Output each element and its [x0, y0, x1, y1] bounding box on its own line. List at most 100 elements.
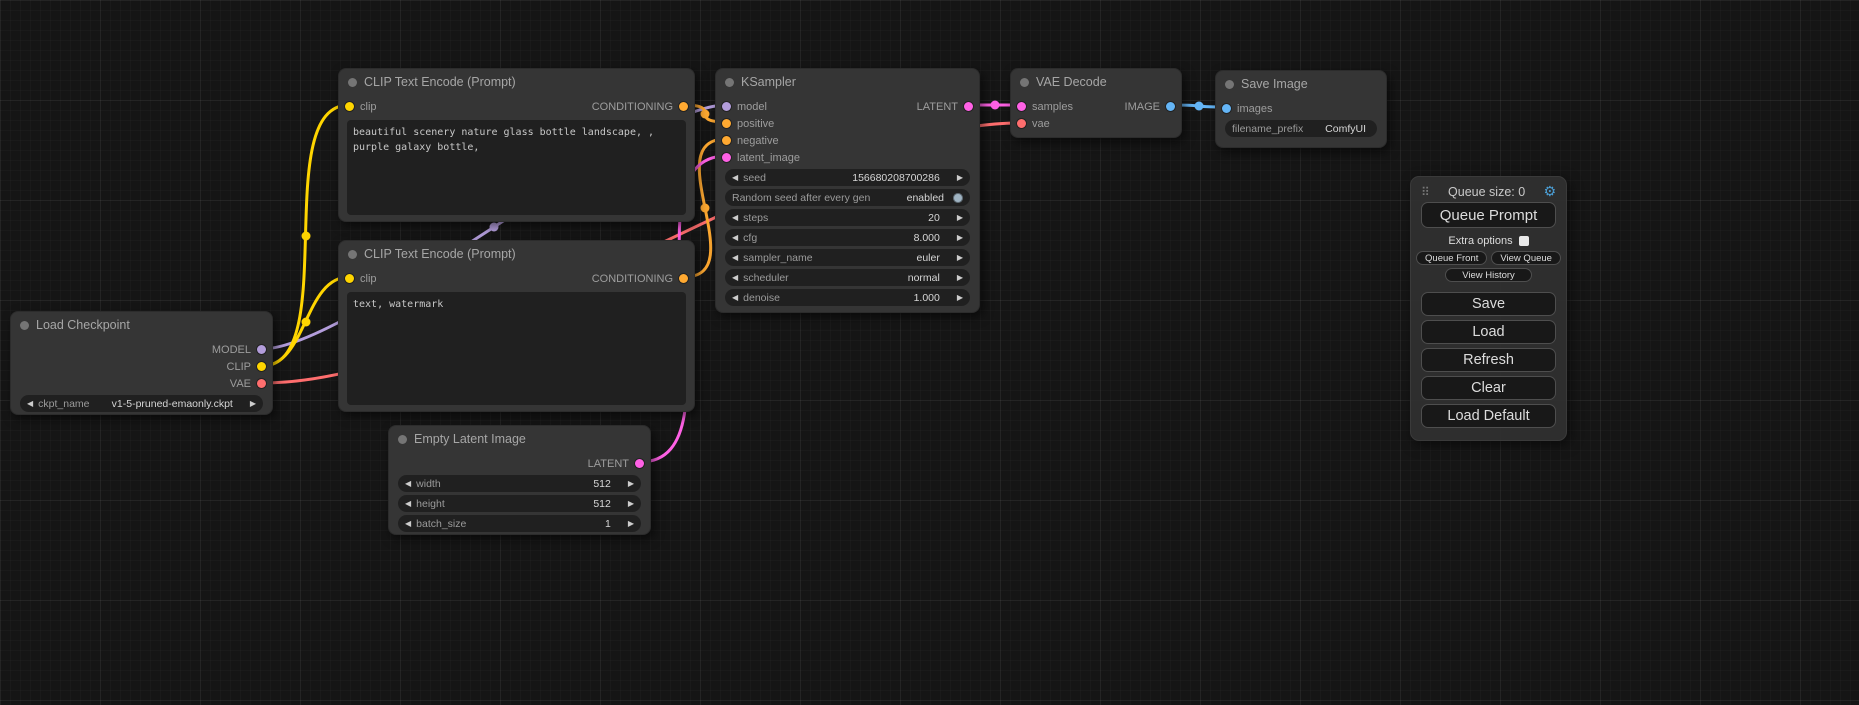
- conditioning-port-icon[interactable]: [722, 119, 731, 128]
- queue-menu-panel: ⠿ Queue size: 0 ⚙ Queue Prompt Extra opt…: [1410, 176, 1567, 441]
- output-slot-vae: VAE: [11, 375, 272, 392]
- sampler-name-widget[interactable]: ◀ sampler_name euler ▶: [725, 249, 970, 266]
- decrement-icon[interactable]: ◀: [405, 520, 411, 528]
- increment-icon[interactable]: ▶: [628, 480, 634, 488]
- increment-icon[interactable]: ▶: [957, 214, 963, 222]
- collapse-dot-icon[interactable]: [348, 78, 357, 87]
- widget-label: width: [416, 478, 441, 490]
- decrement-icon[interactable]: ◀: [732, 234, 738, 242]
- decrement-icon[interactable]: ◀: [732, 174, 738, 182]
- extra-options-label: Extra options: [1448, 235, 1512, 247]
- latent-port-icon[interactable]: [964, 102, 973, 111]
- increment-icon[interactable]: ▶: [957, 294, 963, 302]
- toggle-dot-icon[interactable]: [953, 193, 963, 203]
- decrement-icon[interactable]: ◀: [732, 254, 738, 262]
- extra-options-checkbox[interactable]: [1519, 236, 1529, 246]
- increment-icon[interactable]: ▶: [250, 400, 256, 408]
- graph-canvas[interactable]: Load Checkpoint MODEL CLIP VAE ◀ ckpt_na…: [0, 0, 1859, 705]
- decrement-icon[interactable]: ◀: [732, 274, 738, 282]
- refresh-button[interactable]: Refresh: [1421, 348, 1556, 372]
- latent-port-icon[interactable]: [722, 153, 731, 162]
- node-save-image[interactable]: Save Image images filename_prefix ComfyU…: [1215, 70, 1387, 148]
- ckpt-name-widget[interactable]: ◀ ckpt_name v1-5-pruned-emaonly.ckpt ▶: [20, 395, 263, 412]
- vae-port-icon[interactable]: [1017, 119, 1026, 128]
- model-port-icon[interactable]: [257, 345, 266, 354]
- decrement-icon[interactable]: ◀: [405, 480, 411, 488]
- node-header[interactable]: VAE Decode: [1011, 69, 1181, 95]
- negative-prompt-textarea[interactable]: text, watermark: [347, 292, 686, 405]
- width-widget[interactable]: ◀ width 512 ▶: [398, 475, 641, 492]
- widget-value: 512: [593, 478, 623, 490]
- conditioning-port-icon[interactable]: [679, 274, 688, 283]
- node-header[interactable]: CLIP Text Encode (Prompt): [339, 69, 694, 95]
- height-widget[interactable]: ◀ height 512 ▶: [398, 495, 641, 512]
- image-port-icon[interactable]: [1222, 104, 1231, 113]
- filename-prefix-widget[interactable]: filename_prefix ComfyUI: [1225, 120, 1377, 137]
- collapse-dot-icon[interactable]: [348, 250, 357, 259]
- node-clip-text-encode-positive[interactable]: CLIP Text Encode (Prompt) clip CONDITION…: [338, 68, 695, 222]
- decrement-icon[interactable]: ◀: [27, 400, 33, 408]
- collapse-dot-icon[interactable]: [725, 78, 734, 87]
- view-history-button[interactable]: View History: [1445, 268, 1532, 282]
- node-vae-decode[interactable]: VAE Decode samples IMAGE vae: [1010, 68, 1182, 138]
- node-load-checkpoint[interactable]: Load Checkpoint MODEL CLIP VAE ◀ ckpt_na…: [10, 311, 273, 415]
- increment-icon[interactable]: ▶: [628, 520, 634, 528]
- node-title-label: KSampler: [741, 75, 796, 89]
- clip-port-icon[interactable]: [345, 102, 354, 111]
- steps-widget[interactable]: ◀ steps 20 ▶: [725, 209, 970, 226]
- node-header[interactable]: KSampler: [716, 69, 979, 95]
- node-title-label: CLIP Text Encode (Prompt): [364, 247, 516, 261]
- scheduler-widget[interactable]: ◀ scheduler normal ▶: [725, 269, 970, 286]
- node-title-label: Load Checkpoint: [36, 318, 130, 332]
- denoise-widget[interactable]: ◀ denoise 1.000 ▶: [725, 289, 970, 306]
- queue-prompt-button[interactable]: Queue Prompt: [1421, 202, 1556, 228]
- increment-icon[interactable]: ▶: [957, 234, 963, 242]
- settings-gear-icon[interactable]: ⚙: [1543, 183, 1556, 200]
- slot-label: VAE: [230, 378, 251, 390]
- queue-front-button[interactable]: Queue Front: [1416, 251, 1487, 265]
- increment-icon[interactable]: ▶: [957, 254, 963, 262]
- vae-port-icon[interactable]: [257, 379, 266, 388]
- node-header[interactable]: Empty Latent Image: [389, 426, 650, 452]
- load-default-button[interactable]: Load Default: [1421, 404, 1556, 428]
- clear-button[interactable]: Clear: [1421, 376, 1556, 400]
- increment-icon[interactable]: ▶: [628, 500, 634, 508]
- wire-ksampler-latent-midpoint: [991, 101, 1000, 110]
- node-clip-text-encode-negative[interactable]: CLIP Text Encode (Prompt) clip CONDITION…: [338, 240, 695, 412]
- batch-size-widget[interactable]: ◀ batch_size 1 ▶: [398, 515, 641, 532]
- seed-widget[interactable]: ◀ seed 156680208700286 ▶: [725, 169, 970, 186]
- collapse-dot-icon[interactable]: [1020, 78, 1029, 87]
- conditioning-port-icon[interactable]: [679, 102, 688, 111]
- model-port-icon[interactable]: [722, 102, 731, 111]
- collapse-dot-icon[interactable]: [1225, 80, 1234, 89]
- input-slot-vae: vae: [1011, 115, 1181, 132]
- node-header[interactable]: CLIP Text Encode (Prompt): [339, 241, 694, 267]
- image-port-icon[interactable]: [1166, 102, 1175, 111]
- wire-negative-conditioning-midpoint: [701, 204, 710, 213]
- increment-icon[interactable]: ▶: [957, 174, 963, 182]
- node-header[interactable]: Load Checkpoint: [11, 312, 272, 338]
- view-queue-button[interactable]: View Queue: [1491, 251, 1561, 265]
- input-slot-samples: samples: [1017, 101, 1073, 113]
- node-empty-latent-image[interactable]: Empty Latent Image LATENT ◀ width 512 ▶ …: [388, 425, 651, 535]
- latent-port-icon[interactable]: [1017, 102, 1026, 111]
- increment-icon[interactable]: ▶: [957, 274, 963, 282]
- cfg-widget[interactable]: ◀ cfg 8.000 ▶: [725, 229, 970, 246]
- random-seed-toggle-widget[interactable]: Random seed after every gen enabled: [725, 189, 970, 206]
- latent-port-icon[interactable]: [635, 459, 644, 468]
- conditioning-port-icon[interactable]: [722, 136, 731, 145]
- decrement-icon[interactable]: ◀: [732, 214, 738, 222]
- clip-port-icon[interactable]: [345, 274, 354, 283]
- collapse-dot-icon[interactable]: [20, 321, 29, 330]
- clip-port-icon[interactable]: [257, 362, 266, 371]
- load-button[interactable]: Load: [1421, 320, 1556, 344]
- collapse-dot-icon[interactable]: [398, 435, 407, 444]
- widget-label: denoise: [743, 292, 780, 304]
- decrement-icon[interactable]: ◀: [732, 294, 738, 302]
- node-ksampler[interactable]: KSampler model LATENT positive negative: [715, 68, 980, 313]
- drag-handle-icon[interactable]: ⠿: [1421, 185, 1430, 199]
- save-button[interactable]: Save: [1421, 292, 1556, 316]
- decrement-icon[interactable]: ◀: [405, 500, 411, 508]
- positive-prompt-textarea[interactable]: beautiful scenery nature glass bottle la…: [347, 120, 686, 215]
- node-header[interactable]: Save Image: [1216, 71, 1386, 97]
